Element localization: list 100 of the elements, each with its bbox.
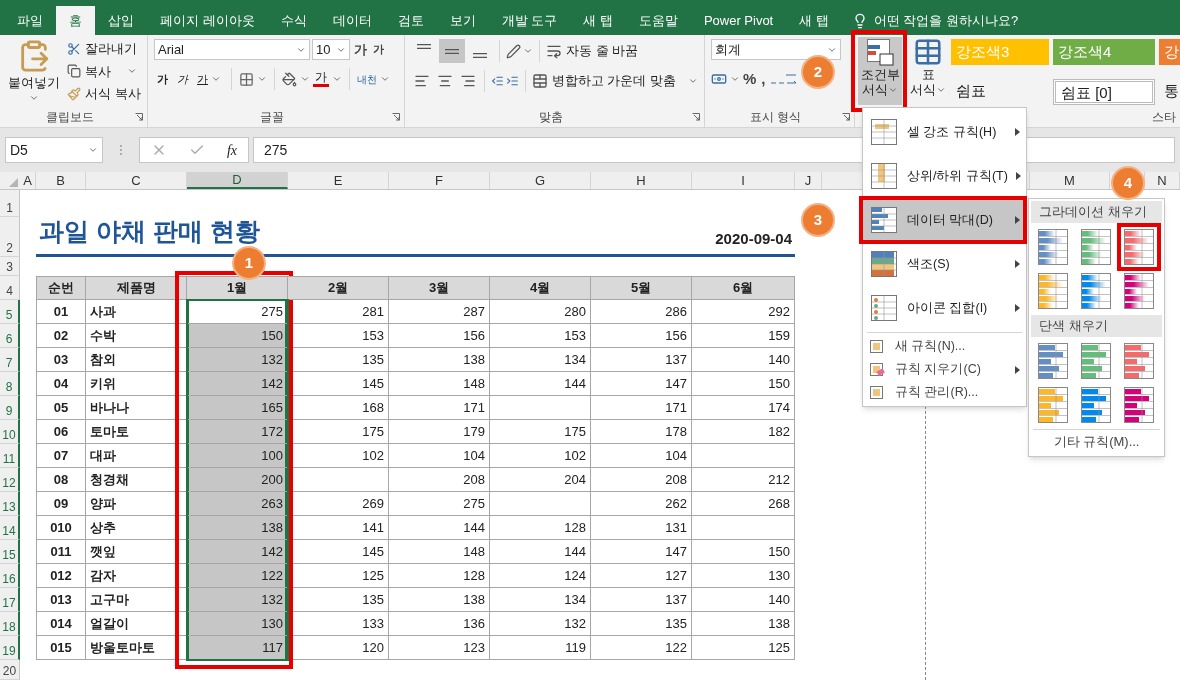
table-cell[interactable]: 147 xyxy=(591,372,692,396)
table-cell[interactable]: 292 xyxy=(692,300,795,324)
column-header-cell[interactable]: H xyxy=(591,172,692,189)
dialog-launcher-icon[interactable] xyxy=(392,113,400,121)
table-cell[interactable]: 141 xyxy=(288,516,389,540)
column-header[interactable]: G xyxy=(534,170,546,191)
number-format-field[interactable]: 회계 xyxy=(711,39,841,60)
table-cell[interactable]: 128 xyxy=(389,564,490,588)
table-cell[interactable]: 128 xyxy=(490,516,591,540)
column-header[interactable]: M xyxy=(1064,170,1075,191)
table-cell[interactable]: 150 xyxy=(692,540,795,564)
shrink-font-button[interactable]: 가 xyxy=(371,41,386,58)
borders-icon[interactable] xyxy=(239,71,254,87)
table-cell[interactable]: 212 xyxy=(692,468,795,492)
column-header[interactable]: N xyxy=(1157,170,1167,191)
table-cell[interactable]: 124 xyxy=(490,564,591,588)
table-cell[interactable] xyxy=(490,396,591,420)
table-cell[interactable]: 147 xyxy=(591,540,692,564)
table-cell[interactable]: 119 xyxy=(490,636,591,660)
ribbon-tab[interactable]: 페이지 레이아웃 xyxy=(147,6,268,35)
table-cell[interactable]: 182 xyxy=(692,420,795,444)
decimal-icon[interactable] xyxy=(770,73,797,86)
column-header-cell[interactable]: A xyxy=(20,172,36,189)
cell-style-option[interactable]: 쉼표 [0] xyxy=(1053,78,1155,105)
table-cell[interactable]: 148 xyxy=(389,372,490,396)
row-header[interactable]: 1 xyxy=(6,201,13,215)
column-header-cell[interactable]: I xyxy=(692,172,795,189)
ribbon-tab[interactable]: 보기 xyxy=(436,6,489,35)
table-cell[interactable]: 208 xyxy=(591,468,692,492)
ribbon-tab[interactable]: Power Pivot xyxy=(690,6,787,35)
column-header-cell[interactable]: J xyxy=(795,172,822,189)
dialog-launcher-icon[interactable] xyxy=(842,113,850,121)
table-cell[interactable]: 171 xyxy=(591,396,692,420)
table-cell[interactable]: 133 xyxy=(288,612,389,636)
table-cell[interactable]: 122 xyxy=(187,564,288,588)
table-cell[interactable]: 125 xyxy=(692,636,795,660)
fill-color-icon[interactable] xyxy=(282,71,297,87)
table-cell[interactable]: 127 xyxy=(591,564,692,588)
comma-button[interactable]: , xyxy=(759,68,768,91)
table-cell[interactable]: 132 xyxy=(187,588,288,612)
phonetic-button[interactable]: 내천 xyxy=(357,73,377,85)
table-cell[interactable]: 156 xyxy=(389,324,490,348)
column-header[interactable]: A xyxy=(23,170,32,191)
table-cell[interactable]: 204 xyxy=(490,468,591,492)
table-cell[interactable]: 135 xyxy=(591,612,692,636)
column-header[interactable]: J xyxy=(804,170,812,191)
underline-button[interactable]: 가 xyxy=(194,70,224,88)
column-header-cell[interactable]: N xyxy=(1145,172,1180,189)
table-cell[interactable] xyxy=(692,516,795,540)
grow-font-button[interactable]: 가 xyxy=(352,39,369,60)
conditional-formatting-button[interactable]: 조건부 서식 xyxy=(858,37,902,105)
table-cell[interactable]: 286 xyxy=(591,300,692,324)
merge-center-button[interactable]: 병합하고 가운데 맞춤 xyxy=(531,71,699,91)
insert-function-button[interactable]: fx xyxy=(226,139,237,161)
table-cell[interactable]: 153 xyxy=(288,324,389,348)
column-header-cell[interactable]: D xyxy=(187,172,288,189)
table-cell[interactable]: 171 xyxy=(389,396,490,420)
cell-style-option[interactable]: 통 xyxy=(1159,78,1180,105)
table-cell[interactable]: 137 xyxy=(591,348,692,372)
table-cell[interactable]: 138 xyxy=(389,588,490,612)
copy-button[interactable]: 복사 xyxy=(67,61,141,81)
data-bar-style-option[interactable] xyxy=(1121,385,1157,425)
table-cell[interactable]: 172 xyxy=(187,420,288,444)
menu-item[interactable]: 기타 규칙(M)... xyxy=(1029,430,1164,454)
table-cell[interactable]: 130 xyxy=(187,612,288,636)
menu-item[interactable]: 색조(S) xyxy=(863,242,1026,286)
table-cell[interactable]: 104 xyxy=(591,444,692,468)
dialog-launcher-icon[interactable] xyxy=(135,113,143,121)
table-cell[interactable]: 165 xyxy=(187,396,288,420)
column-header-cell[interactable]: F xyxy=(389,172,490,189)
table-cell[interactable]: 136 xyxy=(389,612,490,636)
column-header[interactable]: B xyxy=(56,170,65,191)
table-cell[interactable]: 134 xyxy=(490,588,591,612)
column-header[interactable]: E xyxy=(333,170,343,191)
ribbon-tab[interactable]: 데이터 xyxy=(319,6,385,35)
table-cell[interactable]: 145 xyxy=(288,540,389,564)
data-bar-style-option[interactable] xyxy=(1121,341,1157,381)
font-size-field[interactable]: 10 xyxy=(312,39,350,60)
table-cell[interactable]: 179 xyxy=(389,420,490,444)
data-bar-style-option[interactable] xyxy=(1035,341,1071,381)
cell-style-option[interactable]: 쉼표 xyxy=(951,78,1049,105)
table-cell[interactable]: 150 xyxy=(692,372,795,396)
paste-button[interactable]: 붙여넣기 xyxy=(6,39,62,104)
percent-button[interactable]: % xyxy=(743,68,757,91)
table-cell[interactable]: 144 xyxy=(490,540,591,564)
table-cell[interactable]: 156 xyxy=(591,324,692,348)
ribbon-tab[interactable]: 삽입 xyxy=(95,6,147,35)
data-bar-style-option[interactable] xyxy=(1078,271,1114,311)
table-cell[interactable]: 168 xyxy=(288,396,389,420)
menu-item[interactable]: 새 규칙(N)... xyxy=(863,335,1026,358)
ribbon-tab[interactable]: 수식 xyxy=(267,6,320,35)
data-bar-style-option[interactable] xyxy=(1035,271,1071,311)
table-cell[interactable]: 131 xyxy=(591,516,692,540)
table-cell[interactable]: 135 xyxy=(288,348,389,372)
table-cell[interactable]: 134 xyxy=(490,348,591,372)
wrap-text-button[interactable]: 자동 줄 바꿈 xyxy=(546,41,639,61)
orientation-icon[interactable] xyxy=(506,43,521,59)
ribbon-tab[interactable]: 도움말 xyxy=(625,6,691,35)
table-cell[interactable]: 262 xyxy=(591,492,692,516)
table-cell[interactable]: 287 xyxy=(389,300,490,324)
